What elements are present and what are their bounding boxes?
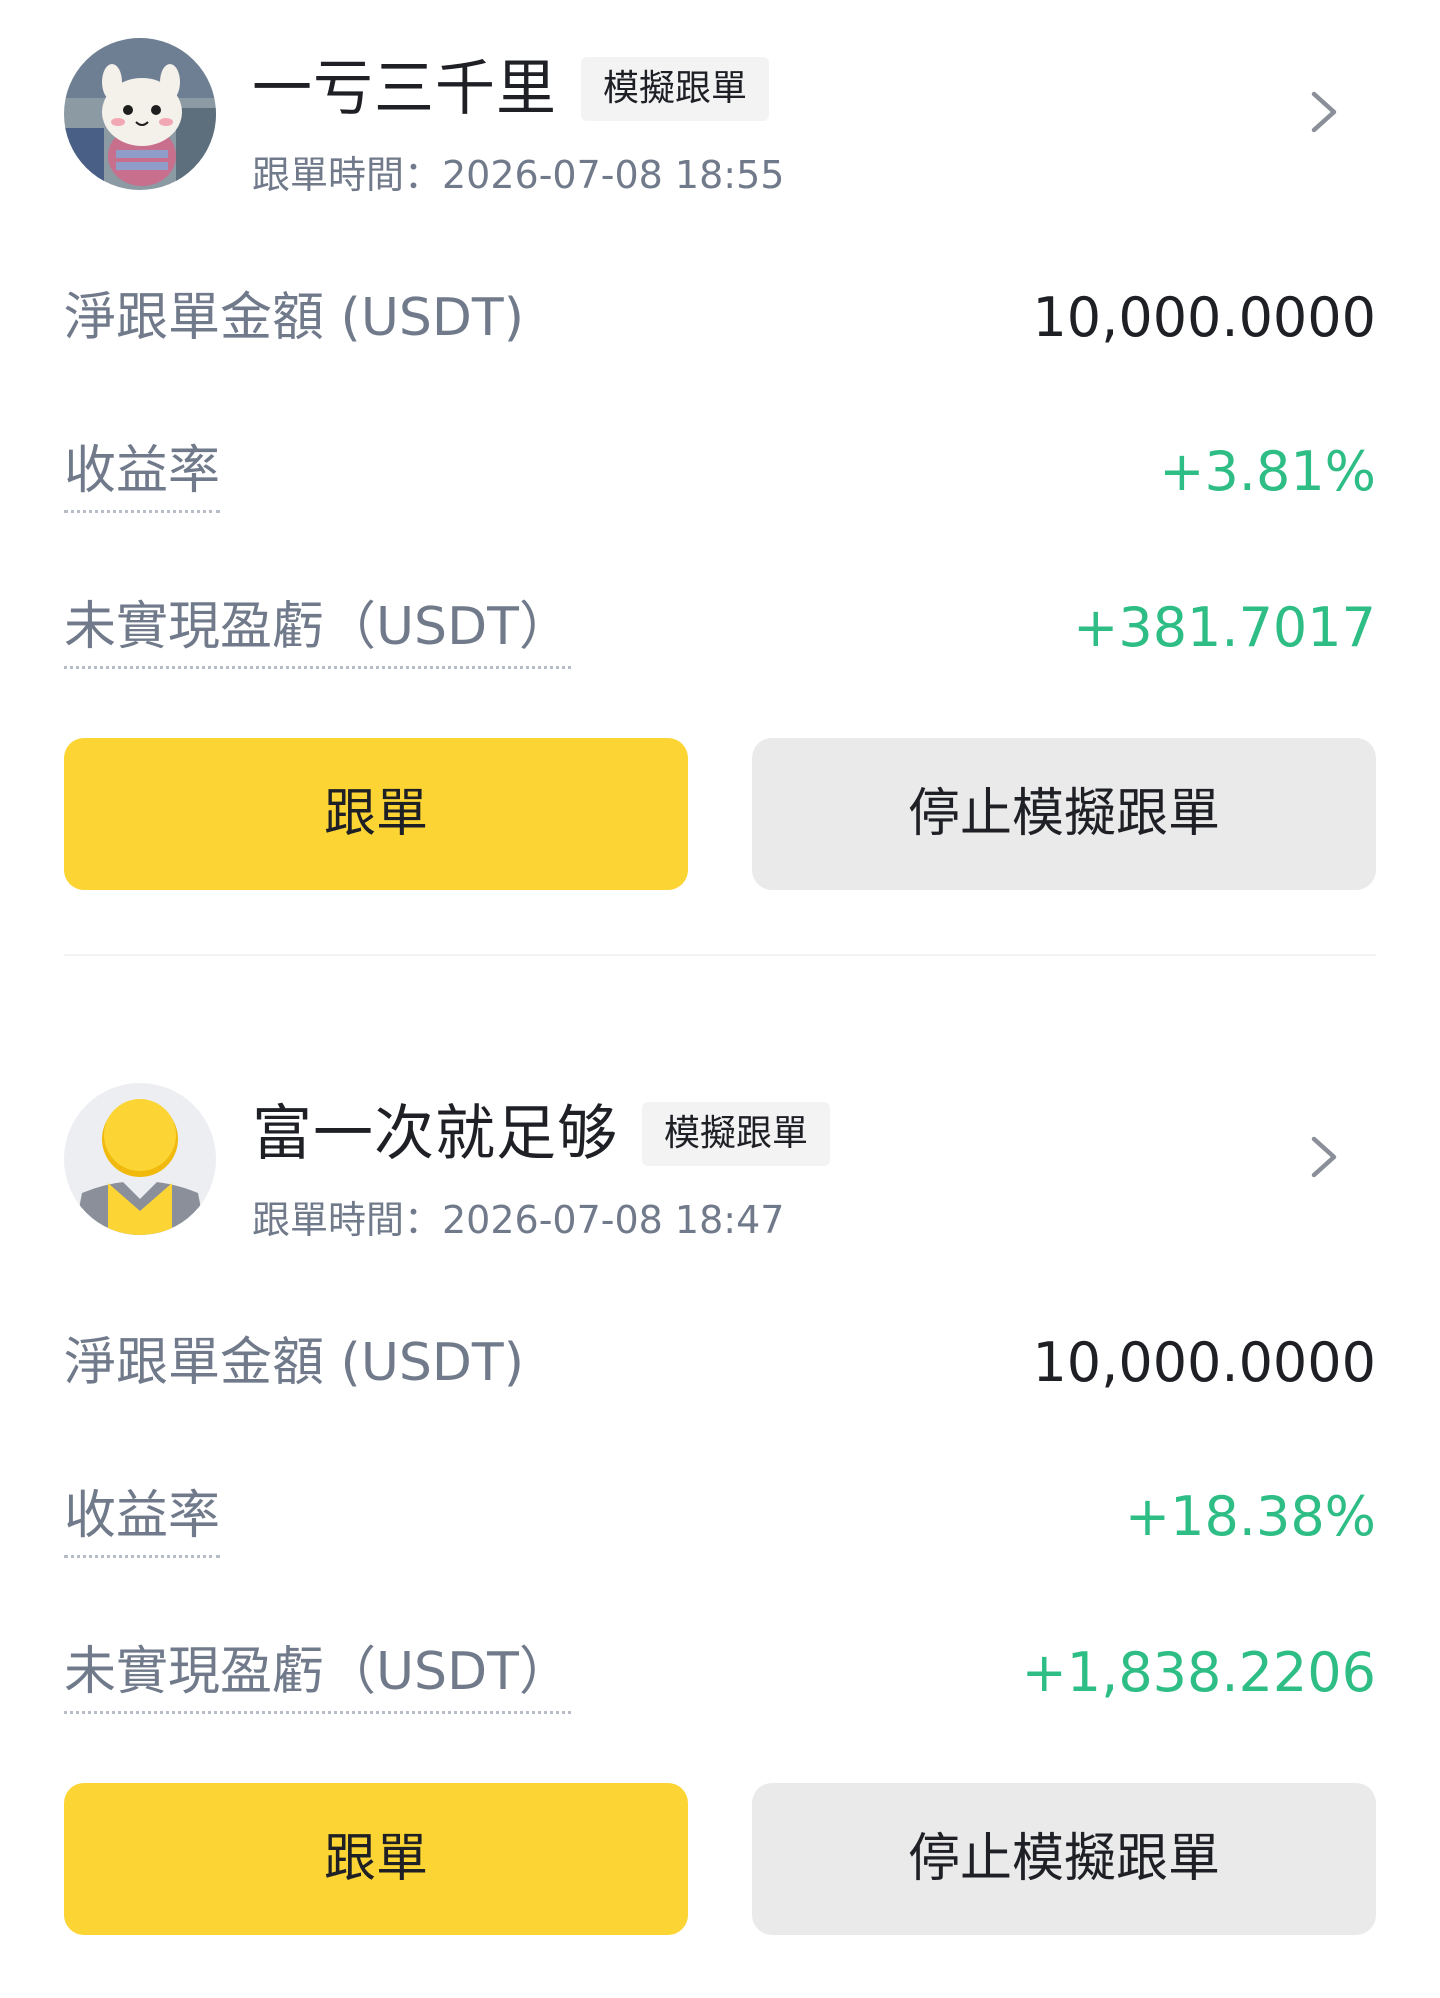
chevron-right-icon[interactable] <box>1304 1127 1344 1187</box>
chevron-right-icon[interactable] <box>1304 82 1344 142</box>
trader-card: 一亏三千里 模擬跟單 跟單時間：2026-07-08 18:55 淨跟單金額 (… <box>64 0 1376 920</box>
stop-simulation-button[interactable]: 停止模擬跟單 <box>752 738 1376 890</box>
unrealized-pnl-value: +381.7017 <box>1073 596 1376 659</box>
net-amount-row: 淨跟單金額 (USDT) 10,000.0000 <box>64 278 1376 358</box>
follow-time: 跟單時間：2026-07-08 18:55 <box>252 153 785 197</box>
follow-button[interactable]: 跟單 <box>64 738 688 890</box>
trader-card: 富一次就足够 模擬跟單 跟單時間：2026-07-08 18:47 淨跟單金額 … <box>64 1045 1376 1965</box>
net-amount-label: 淨跟單金額 (USDT) <box>64 288 524 348</box>
simulation-tag: 模擬跟單 <box>581 57 770 121</box>
roi-row: 收益率 +18.38% <box>64 1477 1376 1558</box>
stop-simulation-button[interactable]: 停止模擬跟單 <box>752 1783 1376 1935</box>
net-amount-label: 淨跟單金額 (USDT) <box>64 1333 524 1393</box>
default-user-avatar-icon <box>64 1083 216 1235</box>
trader-name[interactable]: 富一次就足够 <box>252 1099 618 1169</box>
net-amount-row: 淨跟單金額 (USDT) 10,000.0000 <box>64 1323 1376 1403</box>
unrealized-pnl-label[interactable]: 未實現盈虧（USDT） <box>64 1633 571 1714</box>
trader-name-row: 一亏三千里 模擬跟單 <box>252 54 770 124</box>
roi-label[interactable]: 收益率 <box>64 432 221 513</box>
trader-avatar[interactable] <box>64 38 216 190</box>
net-amount-value: 10,000.0000 <box>1032 286 1376 349</box>
unrealized-pnl-label[interactable]: 未實現盈虧（USDT） <box>64 588 571 669</box>
follow-button[interactable]: 跟單 <box>64 1783 688 1935</box>
follow-time: 跟單時間：2026-07-08 18:47 <box>252 1198 785 1242</box>
roi-value: +3.81% <box>1159 440 1376 503</box>
trader-avatar[interactable] <box>64 1083 216 1235</box>
net-amount-value: 10,000.0000 <box>1032 1331 1376 1394</box>
stuffed-bunny-avatar-icon <box>64 38 216 190</box>
unrealized-pnl-row: 未實現盈虧（USDT） +381.7017 <box>64 588 1376 669</box>
roi-label[interactable]: 收益率 <box>64 1477 221 1558</box>
unrealized-pnl-row: 未實現盈虧（USDT） +1,838.2206 <box>64 1633 1376 1714</box>
trader-name[interactable]: 一亏三千里 <box>252 54 557 124</box>
unrealized-pnl-value: +1,838.2206 <box>1021 1641 1376 1704</box>
simulation-tag: 模擬跟單 <box>642 1102 831 1166</box>
roi-value: +18.38% <box>1124 1485 1376 1548</box>
roi-row: 收益率 +3.81% <box>64 432 1376 513</box>
trader-name-row: 富一次就足够 模擬跟單 <box>252 1099 831 1169</box>
card-divider <box>64 954 1376 956</box>
